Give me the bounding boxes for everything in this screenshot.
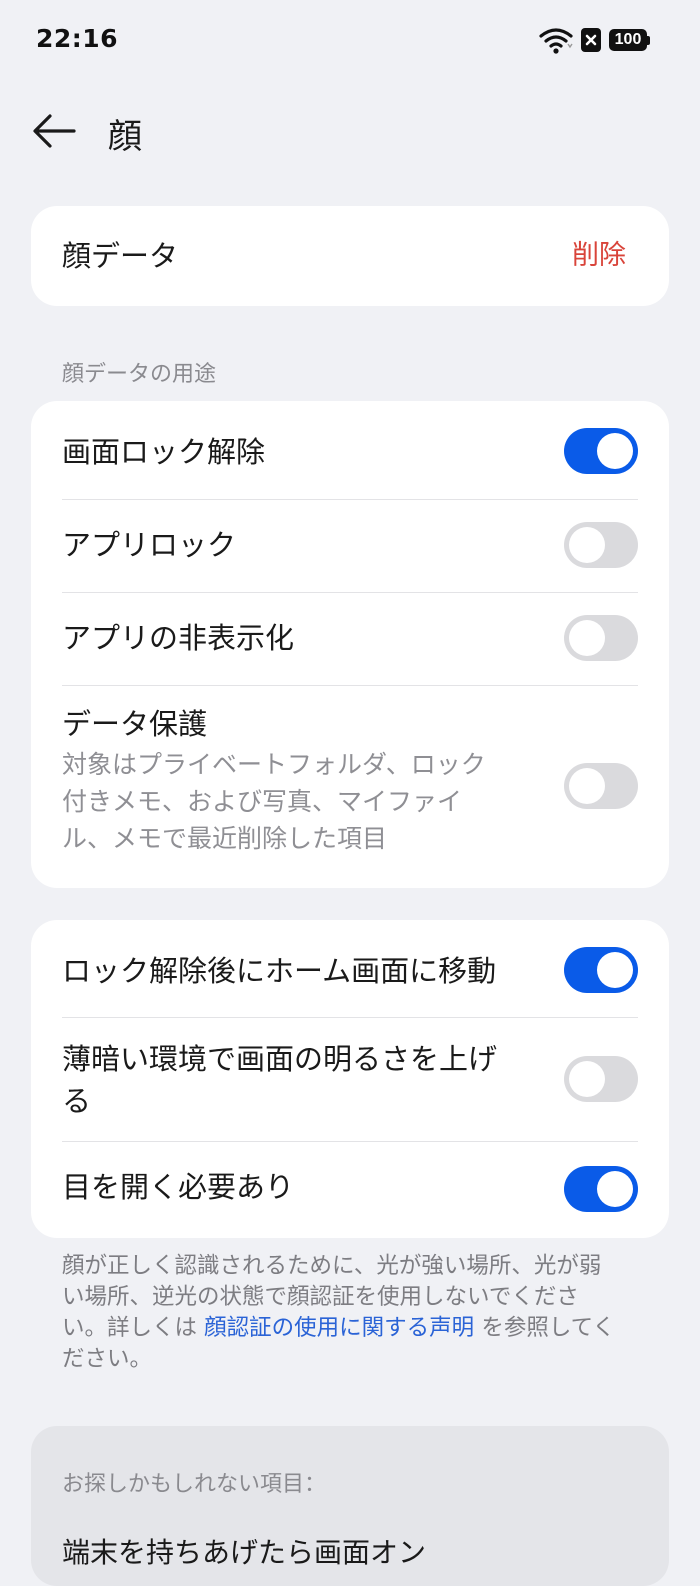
toggle-brighten-in-dark[interactable] bbox=[564, 1056, 638, 1102]
suggestions-title: お探しかもしれない項目： bbox=[62, 1472, 327, 1497]
usage-card: 画面ロック解除 アプリロック アプリの非表示化 データ保護 対象はプライベートフ… bbox=[31, 401, 669, 888]
section-label-usage: 顔データの用途 bbox=[62, 362, 217, 387]
toggle-hide-apps[interactable] bbox=[564, 615, 638, 661]
battery-level: 100 bbox=[609, 29, 647, 51]
page-title: 顔 bbox=[108, 117, 142, 157]
setting-label: 目を開く必要あり bbox=[62, 1170, 295, 1204]
setting-description-line: ル、メモで最近削除した項目 bbox=[62, 824, 388, 853]
setting-label: アプリの非表示化 bbox=[62, 621, 295, 655]
setting-label: データ保護 bbox=[62, 707, 208, 741]
setting-description-line: 対象はプライベートフォルダ、ロック bbox=[62, 750, 486, 779]
suggestions-card: お探しかもしれない項目： 端末を持ちあげたら画面オン bbox=[31, 1426, 669, 1586]
wifi-icon bbox=[539, 28, 573, 54]
battery-icon: 100 bbox=[609, 29, 650, 51]
status-time: 22:16 bbox=[36, 24, 119, 53]
setting-row-screen-unlock[interactable]: 画面ロック解除 bbox=[62, 401, 638, 499]
setting-label-line: る bbox=[62, 1084, 92, 1118]
setting-row-app-lock[interactable]: アプリロック bbox=[62, 499, 638, 592]
suggestion-item[interactable]: 端末を持ちあげたら画面オン bbox=[62, 1531, 426, 1571]
footnote-line: い。詳しくは 顔認証の使用に関する声明 を参照してく bbox=[62, 1315, 615, 1341]
setting-row-brighten-in-dark[interactable]: 薄暗い環境で画面の明るさを上げ る bbox=[62, 1017, 638, 1141]
setting-label: ロック解除後にホーム画面に移動 bbox=[62, 954, 497, 988]
setting-label: 画面ロック解除 bbox=[62, 435, 266, 469]
face-data-row: 顔データ 削除 bbox=[62, 206, 638, 306]
toggle-app-lock[interactable] bbox=[564, 522, 638, 568]
toggle-data-protection[interactable] bbox=[564, 763, 638, 809]
arrow-left-icon[interactable] bbox=[32, 113, 76, 149]
toggle-screen-unlock[interactable] bbox=[564, 428, 638, 474]
header: 顔 bbox=[0, 95, 700, 167]
delete-button[interactable]: 削除 bbox=[572, 238, 626, 274]
face-recognition-statement-link[interactable]: 顔認証の使用に関する声明 bbox=[204, 1315, 474, 1341]
toggle-require-eyes-open[interactable] bbox=[564, 1166, 638, 1212]
setting-row-go-home-after-unlock[interactable]: ロック解除後にホーム画面に移動 bbox=[62, 920, 638, 1017]
setting-row-hide-apps[interactable]: アプリの非表示化 bbox=[62, 592, 638, 685]
toggle-go-home-after-unlock[interactable] bbox=[564, 947, 638, 993]
setting-label: アプリロック bbox=[62, 528, 237, 562]
setting-description-line: 付きメモ、および写真、マイファイ bbox=[62, 787, 463, 816]
options-card: ロック解除後にホーム画面に移動 薄暗い環境で画面の明るさを上げ る 目を開く必要… bbox=[31, 920, 669, 1238]
setting-row-require-eyes-open[interactable]: 目を開く必要あり bbox=[62, 1141, 638, 1238]
status-icons: 100 bbox=[539, 25, 650, 55]
face-data-label: 顔データ bbox=[62, 239, 179, 273]
face-data-card: 顔データ 削除 bbox=[31, 206, 669, 306]
footnote-line: い場所、逆光の状態で顔認証を使用しないでくださ bbox=[62, 1284, 579, 1310]
setting-row-data-protection[interactable]: データ保護 対象はプライベートフォルダ、ロック 付きメモ、および写真、マイファイ… bbox=[62, 685, 638, 888]
setting-label-line: 薄暗い環境で画面の明るさを上げ bbox=[62, 1042, 498, 1076]
sim-icon bbox=[581, 28, 601, 52]
status-bar: 22:16 100 bbox=[0, 0, 700, 80]
footnote: 顔が正しく認識されるために、光が強い場所、光が弱 い場所、逆光の状態で顔認証を使… bbox=[62, 1251, 642, 1375]
footnote-line: ださい。 bbox=[62, 1346, 153, 1372]
footnote-line: 顔が正しく認識されるために、光が強い場所、光が弱 bbox=[62, 1253, 602, 1279]
